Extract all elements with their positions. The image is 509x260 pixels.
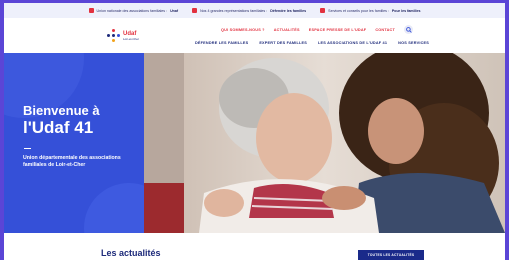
topbar-item-defendre[interactable]: Nos 4 grandes représentations familiales…	[192, 8, 306, 13]
nav-espace-presse[interactable]: ESPACE PRESSE DE L'UDAF	[309, 28, 367, 32]
search-icon	[405, 26, 412, 33]
topbar-item-services[interactable]: Services et conseils pour les familles :…	[320, 8, 420, 13]
nav-expert-familles[interactable]: EXPERT DES FAMILLES	[259, 41, 307, 45]
section-title-news: Les actualités	[101, 248, 161, 258]
nav-associations[interactable]: LES ASSOCIATIONS DE L'UDAF 41	[318, 41, 387, 45]
hero-title-line2: l'Udaf 41	[23, 118, 94, 137]
search-button[interactable]	[404, 25, 413, 34]
nav-defendre-familles[interactable]: DÉFENDRE LES FAMILLES	[195, 41, 248, 45]
nav-services[interactable]: NOS SERVICES	[398, 41, 429, 45]
site-header: Udaf Loir-et-Cher QUI SOMMES-NOUS ? ACTU…	[4, 18, 505, 54]
home-icon	[192, 8, 198, 13]
hero-title: Bienvenue à l'Udaf 41	[23, 103, 138, 137]
nav-qui-sommes-nous[interactable]: QUI SOMMES-NOUS ?	[221, 28, 265, 32]
nav-actualites[interactable]: ACTUALITÉS	[274, 28, 300, 32]
logo-text: Udaf Loir-et-Cher	[123, 31, 139, 41]
topbar-link[interactable]: Unaf	[170, 9, 178, 13]
hero-text-panel: Bienvenue à l'Udaf 41 Union départementa…	[4, 53, 144, 233]
photo-grandmother-granddaughter	[144, 53, 505, 233]
secondary-nav: QUI SOMMES-NOUS ? ACTUALITÉS ESPACE PRES…	[221, 25, 413, 34]
hero-subtitle: Union départementale des associations fa…	[23, 155, 121, 168]
hero-title-line1: Bienvenue à	[23, 103, 100, 118]
topbar-text: Services et conseils pour les familles :	[328, 8, 389, 13]
topbar-text: Nos 4 grandes représentations familiales…	[200, 8, 268, 13]
heart-icon	[88, 8, 94, 13]
all-news-button[interactable]: TOUTES LES ACTUALITÉS	[358, 250, 424, 260]
logo-name: Udaf	[123, 30, 137, 37]
topbar-link[interactable]: Défendre les familles	[270, 9, 306, 13]
hero-banner: Bienvenue à l'Udaf 41 Union départementa…	[4, 53, 505, 233]
nav-contact[interactable]: CONTACT	[375, 28, 395, 32]
topbar-link[interactable]: Pour les familles	[392, 9, 421, 13]
hero-photo	[144, 53, 505, 233]
people-icon	[320, 8, 326, 13]
topbar-text: Union nationale des associations familia…	[96, 8, 168, 13]
logo-tagline: Loir-et-Cher	[123, 36, 140, 41]
topbar-item-unaf[interactable]: Union nationale des associations familia…	[88, 8, 178, 13]
top-info-bar: Union nationale des associations familia…	[4, 3, 505, 18]
page: Union nationale des associations familia…	[4, 3, 505, 260]
hero-divider	[24, 148, 31, 149]
site-logo[interactable]: Udaf Loir-et-Cher	[107, 29, 139, 42]
logo-mark-icon	[107, 29, 120, 42]
decor-circle	[84, 183, 144, 233]
main-nav: DÉFENDRE LES FAMILLES EXPERT DES FAMILLE…	[195, 41, 429, 45]
